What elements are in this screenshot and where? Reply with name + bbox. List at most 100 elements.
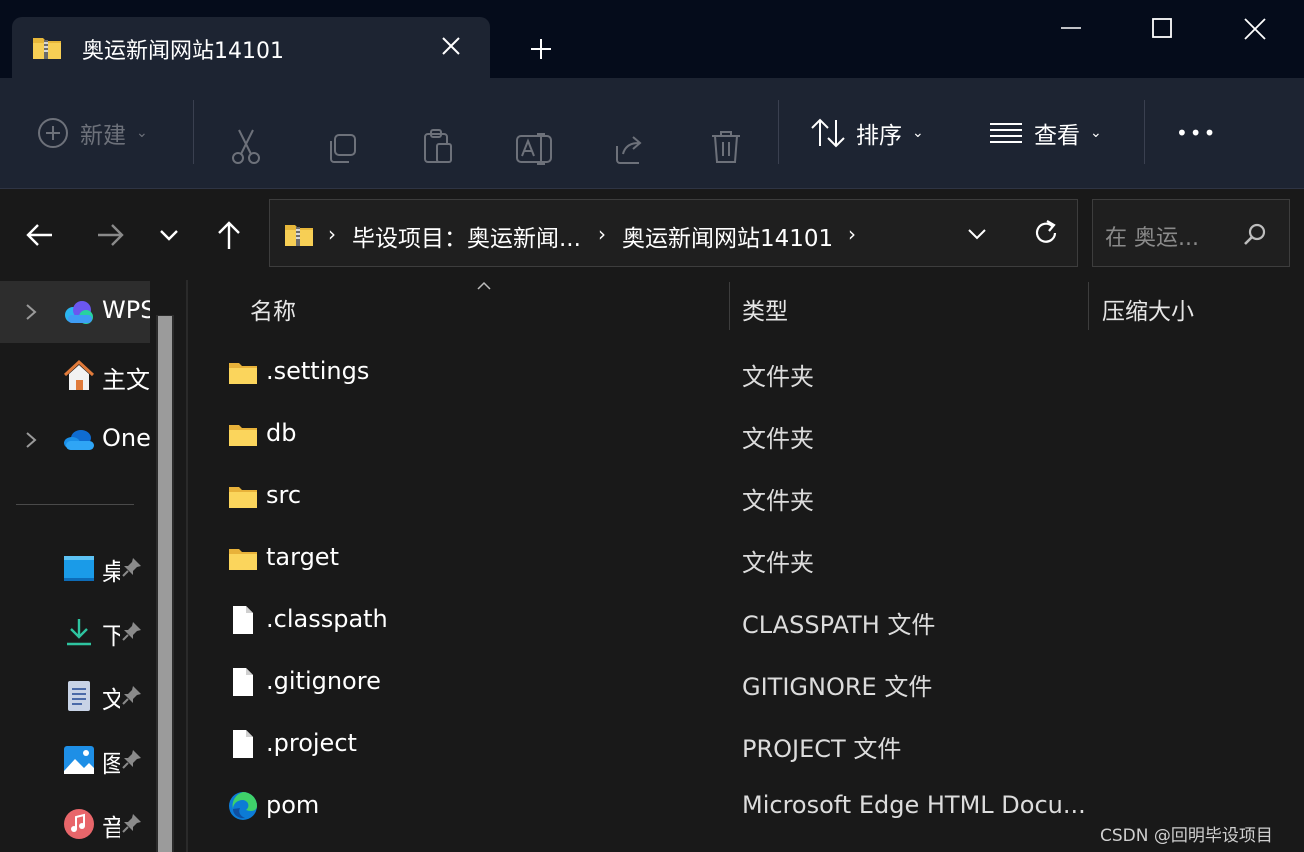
zip-folder-icon (285, 225, 313, 246)
file-icon (233, 606, 253, 634)
new-button[interactable]: 新建 ⌄ (36, 100, 148, 166)
breadcrumb-chevron-icon[interactable]: › (848, 222, 856, 246)
file-name: .gitignore (266, 667, 381, 695)
breadcrumb-chevron-icon[interactable]: › (328, 222, 336, 246)
sidebar-item-documents[interactable]: 文 (0, 665, 150, 727)
column-header-name[interactable]: 名称 (250, 292, 296, 326)
chevron-right-icon[interactable] (22, 429, 40, 451)
toolbar-divider (778, 100, 779, 164)
search-placeholder: 在 奥运... (1105, 226, 1199, 251)
plus-circle-icon (38, 118, 68, 148)
folder-icon (229, 487, 257, 508)
documents-icon (68, 681, 90, 711)
tab-current-folder[interactable]: 奥运新闻网站14101 (12, 17, 490, 78)
column-divider[interactable] (1088, 282, 1089, 330)
new-label: 新建 (80, 123, 126, 149)
downloads-icon (67, 619, 91, 646)
folder-icon (229, 425, 257, 446)
delete-icon[interactable] (709, 114, 743, 180)
file-type: 文件夹 (742, 425, 814, 453)
refresh-icon[interactable] (1030, 217, 1062, 249)
folder-icon (229, 363, 257, 384)
desktop-icon (64, 556, 94, 581)
file-name: pom (266, 791, 320, 819)
up-arrow-icon[interactable] (210, 217, 250, 253)
file-type: 文件夹 (742, 549, 814, 577)
copy-icon[interactable] (325, 116, 359, 182)
sort-button[interactable]: 排序 ⌄ (810, 100, 924, 166)
file-icon (233, 730, 253, 758)
sidebar-item-label: 下 (102, 622, 120, 650)
pin-icon[interactable] (120, 683, 144, 707)
breadcrumb-chevron-icon[interactable]: › (598, 222, 606, 246)
sidebar-item-desktop[interactable]: 桌 (0, 537, 150, 599)
sidebar-divider (16, 504, 134, 505)
rename-icon[interactable] (515, 116, 553, 182)
file-type: Microsoft Edge HTML Docu... (742, 791, 1086, 819)
column-header-type[interactable]: 类型 (742, 292, 788, 326)
chevron-right-icon[interactable] (22, 301, 40, 323)
address-bar[interactable]: › 毕设项目：奥运新闻... › 奥运新闻网站14101 › (269, 199, 1078, 267)
sidebar-item-label: One (102, 424, 150, 452)
breadcrumb-current[interactable]: 奥运新闻网站14101 (622, 219, 833, 253)
file-type: CLASSPATH 文件 (742, 611, 936, 639)
file-row[interactable]: src 文件夹 (188, 465, 1304, 527)
file-row[interactable]: db 文件夹 (188, 403, 1304, 465)
search-icon[interactable] (1241, 221, 1269, 249)
sidebar-item-downloads[interactable]: 下 (0, 601, 150, 663)
sort-label: 排序 (856, 123, 902, 149)
file-name: db (266, 419, 297, 447)
file-type: PROJECT 文件 (742, 735, 902, 763)
breadcrumb-parent[interactable]: 毕设项目：奥运新闻... (352, 219, 581, 253)
sidebar-item-label: WPS (102, 296, 150, 324)
wps-cloud-icon (65, 301, 93, 324)
search-box[interactable]: 在 奥运... (1092, 199, 1290, 267)
file-type: 文件夹 (742, 363, 814, 391)
close-window-icon[interactable] (1232, 10, 1278, 50)
chevron-down-icon: ⌄ (912, 125, 924, 141)
back-arrow-icon[interactable] (20, 217, 60, 253)
file-row[interactable]: .classpath CLASSPATH 文件 (188, 589, 1304, 651)
sidebar-item-onedrive[interactable]: One (0, 409, 150, 471)
minimize-icon[interactable] (1048, 10, 1094, 50)
pin-icon[interactable] (120, 747, 144, 771)
file-name: .settings (266, 357, 370, 385)
cut-icon[interactable] (229, 114, 263, 180)
maximize-icon[interactable] (1139, 10, 1185, 50)
sidebar-item-home[interactable]: 主文 (0, 345, 150, 407)
sidebar-scrollbar-thumb[interactable] (158, 316, 172, 852)
sidebar-item-wps[interactable]: WPS (0, 281, 150, 343)
column-header-size[interactable]: 压缩大小 (1102, 292, 1194, 326)
file-row[interactable]: .settings 文件夹 (188, 341, 1304, 403)
new-tab-icon[interactable] (524, 32, 558, 66)
file-list: 名称 类型 压缩大小 .settings 文件夹 db 文件夹 src 文件夹 … (188, 280, 1304, 852)
sidebar-item-pictures[interactable]: 图 (0, 729, 150, 791)
onedrive-icon (64, 430, 94, 450)
pin-icon[interactable] (120, 811, 144, 835)
forward-arrow-icon[interactable] (90, 217, 130, 253)
address-history-dropdown-icon[interactable] (965, 224, 989, 244)
toolbar-divider (193, 100, 194, 164)
tab-title: 奥运新闻网站14101 (82, 39, 284, 64)
more-options-button[interactable]: ••• (1176, 100, 1217, 166)
recent-locations-icon[interactable] (150, 217, 190, 253)
view-button[interactable]: 查看 ⌄ (988, 100, 1102, 166)
file-name: .classpath (266, 605, 388, 633)
sidebar-item-label: 桌 (102, 558, 120, 586)
more-dots-icon: ••• (1176, 121, 1218, 145)
pictures-icon (64, 746, 94, 774)
file-icon (233, 668, 253, 696)
file-name: src (266, 481, 302, 509)
column-divider[interactable] (729, 282, 730, 330)
paste-icon[interactable] (421, 114, 455, 180)
file-row[interactable]: .gitignore GITIGNORE 文件 (188, 651, 1304, 713)
pin-icon[interactable] (120, 619, 144, 643)
pin-icon[interactable] (120, 555, 144, 579)
view-list-icon (990, 123, 1022, 143)
sidebar-item-music[interactable]: 音 (0, 793, 150, 852)
close-tab-icon[interactable] (436, 31, 466, 61)
share-icon[interactable] (613, 116, 647, 182)
sidebar-item-label: 音 (102, 814, 120, 842)
file-row[interactable]: .project PROJECT 文件 (188, 713, 1304, 775)
file-row[interactable]: target 文件夹 (188, 527, 1304, 589)
